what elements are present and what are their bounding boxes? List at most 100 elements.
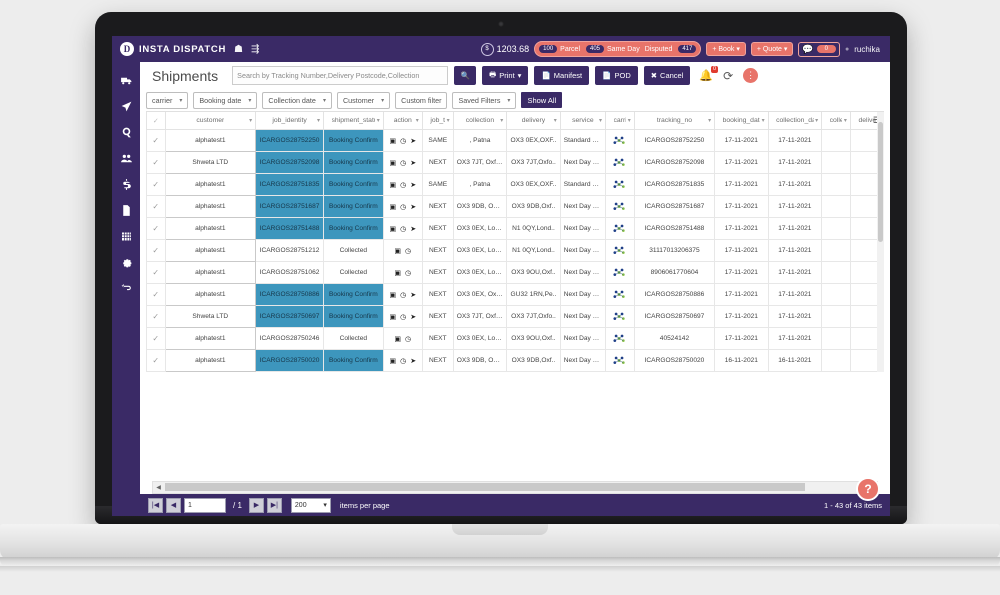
sidebar-item-dispatch[interactable] <box>112 93 140 119</box>
forward-icon[interactable]: ➤ <box>410 203 416 211</box>
table-row[interactable]: ✓ alphatest1 ICARGOS28751687 Booking Confir… <box>146 195 884 218</box>
table-row[interactable]: ✓ Shweta LTD ICARGOS28750697 Booking Confir… <box>146 305 884 328</box>
vertical-scroll-thumb[interactable] <box>878 122 883 242</box>
forward-icon[interactable]: ➤ <box>410 137 416 145</box>
search-input[interactable]: Search by Tracking Number,Delivery Postc… <box>232 66 449 85</box>
sidebar-item-reports[interactable] <box>112 197 140 223</box>
th-carrier[interactable]: carrier ▾ <box>605 112 635 130</box>
th-collection[interactable]: collection ▾ <box>452 112 508 130</box>
history-icon[interactable]: ◷ <box>400 159 406 167</box>
table-row[interactable]: ✓ alphatest1 ICARGOS28750246 Collected ▣ ◷ NEX… <box>146 327 884 350</box>
edit-icon[interactable]: ▣ <box>394 247 401 255</box>
brand[interactable]: D INSTA DISPATCH <box>120 42 226 56</box>
sidebar-item-returns[interactable] <box>112 275 140 301</box>
th-select-all[interactable]: ✓ <box>146 112 166 130</box>
filter-custom[interactable]: Custom filter <box>395 91 448 109</box>
edit-icon[interactable]: ▣ <box>389 313 396 321</box>
cell-action[interactable]: ▣ ◷ ➤ <box>382 349 423 372</box>
show-all-button[interactable]: Show All <box>521 92 563 108</box>
table-row[interactable]: ✓ alphatest1 ICARGOS28752250 Booking Confir… <box>146 129 884 152</box>
horizontal-scroll-thumb[interactable] <box>165 483 805 491</box>
forward-icon[interactable]: ➤ <box>410 181 416 189</box>
book-button[interactable]: + Book ▾ <box>706 42 746 56</box>
row-checkbox[interactable]: ✓ <box>146 195 166 218</box>
forward-icon[interactable]: ➤ <box>410 159 416 167</box>
page-number-input[interactable]: 1 <box>184 497 226 513</box>
more-menu-button[interactable]: ⋮ <box>743 68 759 83</box>
sidebar-item-quotes[interactable] <box>112 119 140 145</box>
cell-action[interactable]: ▣ ◷ ➤ <box>382 129 423 152</box>
cell-action[interactable]: ▣ ◷ ➤ <box>382 195 423 218</box>
user-name[interactable]: ruchika <box>854 45 880 54</box>
manifest-button[interactable]: 📄 Manifest <box>534 66 590 85</box>
cancel-button[interactable]: ✖ Cancel <box>643 66 691 85</box>
pod-button[interactable]: 📄 POD <box>595 66 638 85</box>
th-job-identity[interactable]: job_identity ▾ <box>255 112 325 130</box>
row-checkbox[interactable]: ✓ <box>146 151 166 174</box>
row-checkbox[interactable]: ✓ <box>146 283 166 306</box>
row-checkbox[interactable]: ✓ <box>146 327 166 350</box>
forward-icon[interactable]: ➤ <box>410 357 416 365</box>
history-icon[interactable]: ◷ <box>405 335 411 343</box>
cell-action[interactable]: ▣ ◷ ➤ <box>382 283 423 306</box>
prev-page-button[interactable]: ◀ <box>166 497 181 513</box>
history-icon[interactable]: ◷ <box>405 247 411 255</box>
quote-button[interactable]: + Quote ▾ <box>750 42 794 56</box>
history-icon[interactable]: ◷ <box>400 313 406 321</box>
next-page-button[interactable]: ▶ <box>248 497 264 513</box>
filter-saved[interactable]: Saved Filters ▾ <box>452 91 517 109</box>
edit-icon[interactable]: ▣ <box>389 225 396 233</box>
forward-icon[interactable]: ➤ <box>410 225 416 233</box>
th-shipment-status[interactable]: shipment_status ▾ <box>323 112 384 130</box>
sidebar-item-settings[interactable] <box>112 249 140 275</box>
table-row[interactable]: ✓ alphatest1 ICARGOS28751212 Collected ▣ ◷ NEX… <box>146 239 884 262</box>
sidebar-item-apps[interactable] <box>112 223 140 249</box>
filter-booking-date[interactable]: Booking date ▾ <box>193 91 258 109</box>
table-row[interactable]: ✓ alphatest1 ICARGOS28751835 Booking Confir… <box>146 173 884 196</box>
edit-icon[interactable]: ▣ <box>389 203 396 211</box>
filter-carrier[interactable]: carrier ▾ <box>146 91 189 109</box>
vertical-scrollbar[interactable] <box>877 112 884 372</box>
table-row[interactable]: ✓ Shweta LTD ICARGOS28752098 Booking Confir… <box>146 151 884 174</box>
notifications-button[interactable]: 🔔 0 <box>699 66 719 82</box>
print-button[interactable]: 🖶 Print ▾ <box>482 66 529 85</box>
history-icon[interactable]: ◷ <box>400 291 406 299</box>
edit-icon[interactable]: ▣ <box>389 159 396 167</box>
th-service[interactable]: service ▾ <box>559 112 607 130</box>
table-row[interactable]: ✓ alphatest1 ICARGOS28750020 Booking Confir… <box>146 349 884 372</box>
first-page-button[interactable]: |◀ <box>148 497 163 513</box>
th-delivery[interactable]: delivery ▾ <box>506 112 561 130</box>
th-action[interactable]: action ▾ <box>382 112 423 130</box>
edit-icon[interactable]: ▣ <box>389 291 396 299</box>
th-booking-date[interactable]: booking_date ▾ <box>714 112 769 130</box>
edit-icon[interactable]: ▣ <box>389 181 396 189</box>
home-icon[interactable]: ☗ <box>234 44 243 55</box>
row-checkbox[interactable]: ✓ <box>146 349 166 372</box>
th-customer[interactable]: customer ▾ <box>164 112 257 130</box>
cell-action[interactable]: ▣ ◷ <box>382 327 423 350</box>
row-checkbox[interactable]: ✓ <box>146 305 166 328</box>
refresh-button[interactable]: ⟳ <box>723 69 733 83</box>
page-size-select[interactable]: 200 ▾ <box>290 497 331 513</box>
th-job-type[interactable]: job_type ▾ <box>421 112 454 130</box>
horizontal-scrollbar[interactable]: ◀ ▶ <box>152 481 878 494</box>
th-collection-date[interactable]: collection_dat ▾ <box>767 112 823 130</box>
edit-icon[interactable]: ▣ <box>389 137 396 145</box>
scroll-left-icon[interactable]: ◀ <box>153 484 164 491</box>
history-icon[interactable]: ◷ <box>400 357 406 365</box>
row-checkbox[interactable]: ✓ <box>146 173 166 196</box>
sidebar-item-invoices[interactable] <box>112 171 140 197</box>
search-button[interactable]: 🔍 <box>454 66 477 85</box>
cell-action[interactable]: ▣ ◷ ➤ <box>382 173 423 196</box>
table-row[interactable]: ✓ alphatest1 ICARGOS28751488 Booking Confir… <box>146 217 884 240</box>
row-checkbox[interactable]: ✓ <box>146 129 166 152</box>
sidebar-item-customers[interactable] <box>112 145 140 171</box>
cell-action[interactable]: ▣ ◷ <box>382 261 423 284</box>
table-row[interactable]: ✓ alphatest1 ICARGOS28750886 Booking Confir… <box>146 283 884 306</box>
chat-button[interactable]: 💬 0 <box>798 41 840 57</box>
edit-icon[interactable]: ▣ <box>389 357 396 365</box>
help-button[interactable]: ? <box>856 477 880 501</box>
history-icon[interactable]: ◷ <box>400 137 406 145</box>
filter-collection-date[interactable]: Collection date ▾ <box>262 91 332 109</box>
sidebar-item-shipments[interactable] <box>112 67 140 93</box>
